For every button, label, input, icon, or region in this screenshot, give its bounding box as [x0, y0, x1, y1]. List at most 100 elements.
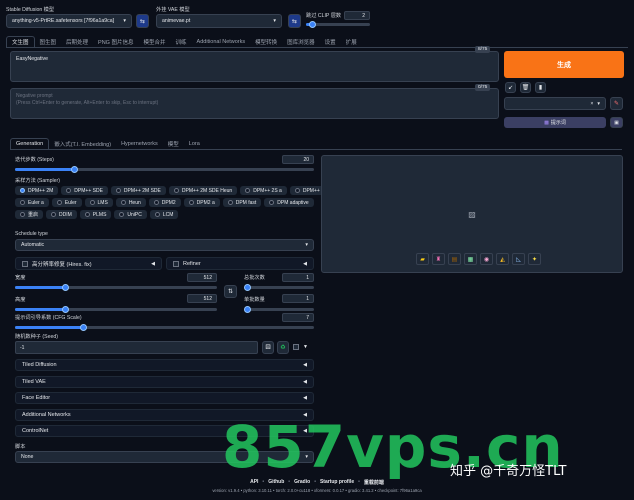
vae-select[interactable]: animevae.pt ▾ [156, 14, 282, 28]
send-to-extras-icon[interactable]: ◭ [496, 253, 509, 265]
random-seed-button[interactable]: ⚄ [262, 341, 274, 354]
radio-dot [20, 212, 25, 217]
clear-prompt-button[interactable]: 🗑 [520, 82, 531, 93]
sampler-option-label: LCM [162, 211, 174, 218]
negative-prompt-textarea[interactable]: Negative prompt (Press Ctrl+Enter to gen… [10, 88, 499, 119]
hires-fix-label: 高分辨率修复 (Hires. fix) [32, 261, 92, 268]
hires-fix-checkbox[interactable] [22, 260, 28, 267]
slider-knob[interactable] [244, 283, 251, 291]
hires-fix-accordion[interactable]: 高分辨率修复 (Hires. fix) ◀ [15, 257, 162, 270]
sampler-option[interactable]: LCM [149, 210, 179, 219]
save-style-button[interactable]: ▣ [610, 117, 623, 128]
reuse-seed-button[interactable]: ♻ [277, 341, 289, 354]
sampler-option[interactable]: DPM fast [222, 198, 262, 207]
vae-select-value: animevae.pt [162, 18, 191, 24]
slider-knob[interactable] [71, 165, 79, 173]
sampler-option[interactable]: DDIM [46, 210, 77, 219]
image-placeholder-icon: ▨ [468, 209, 476, 219]
refiner-accordion[interactable]: Refiner ◀ [166, 257, 314, 270]
cfg-scale-slider[interactable] [15, 323, 314, 331]
clip-skip-input[interactable]: 2 [344, 11, 370, 20]
radio-dot [84, 212, 90, 217]
batch-size-slider[interactable] [244, 305, 314, 313]
generate-button[interactable]: 生成 [504, 51, 624, 78]
refiner-label: Refiner [183, 260, 201, 267]
slider-knob[interactable] [244, 305, 251, 313]
accordion-1[interactable]: Tiled VAE ◀ [15, 375, 314, 388]
sampler-radio-group: DPM++ 2M DPM++ SDE DPM++ 2M SDE DPM++ 2M SD… [15, 186, 345, 222]
sampler-option[interactable]: Euler [51, 198, 82, 207]
sampler-option[interactable]: DPM++ 2M SDE [110, 186, 166, 195]
prompt-token-counter: 8/75 [475, 46, 491, 53]
sampler-option[interactable]: LMS [84, 198, 113, 207]
sampler-option[interactable]: DPM++ 2M SDE Heun [168, 186, 238, 195]
sampler-option[interactable]: 重启 [15, 210, 44, 219]
width-label: 宽度 [15, 275, 26, 281]
cfg-scale-input[interactable]: 7 [282, 313, 314, 322]
slider-knob[interactable] [62, 305, 69, 313]
radio-dot [269, 200, 275, 205]
sampler-option-label: DDIM [59, 211, 72, 218]
height-input[interactable]: 512 [187, 294, 217, 303]
steps-label: 迭代步数 (Steps) [15, 157, 54, 163]
save-icon[interactable]: ♜ [432, 253, 445, 265]
sampler-option-label: DPM2 a [196, 199, 215, 206]
read-params-button[interactable]: ↙ [505, 82, 516, 93]
ruler-icon[interactable]: ◺ [512, 253, 525, 265]
extra-seed-checkbox[interactable] [293, 344, 299, 350]
edit-styles-button[interactable]: ✎ [610, 97, 623, 110]
batch-size-label: 单批数量 [244, 297, 265, 303]
folder-icon[interactable]: ▰ [416, 253, 429, 265]
width-slider[interactable] [15, 283, 217, 291]
batch-count-input[interactable]: 1 [282, 273, 314, 282]
steps-input[interactable]: 20 [282, 155, 314, 164]
sampler-option-label: DPM adaptive [277, 199, 309, 206]
accordion-0[interactable]: Tiled Diffusion ◀ [15, 359, 314, 371]
sampler-option[interactable]: DPM++ SDE [61, 186, 108, 195]
slider-fill [15, 286, 66, 289]
slider-knob[interactable] [62, 283, 69, 291]
sampler-option[interactable]: PLMS [79, 210, 112, 219]
clip-skip-slider[interactable] [306, 20, 370, 28]
sampler-option[interactable]: DPM2 [148, 198, 181, 207]
send-to-img2img-icon[interactable]: ▦ [464, 253, 477, 265]
refiner-checkbox[interactable] [173, 260, 179, 267]
caret-left-icon: ◀ [303, 362, 307, 368]
schedule-type-select[interactable]: Automatic ▾ [15, 239, 314, 251]
sparkle-icon[interactable]: ✦ [528, 253, 541, 265]
refresh-model-button[interactable]: ⇆ [136, 14, 149, 28]
sampler-option[interactable]: DPM++ 2M [15, 186, 59, 195]
refresh-icon: ⇆ [291, 18, 298, 25]
swap-dimensions-button[interactable]: ⇅ [224, 285, 237, 298]
styles-select[interactable]: × ▾ [504, 97, 606, 110]
zip-icon[interactable]: ▤ [448, 253, 461, 265]
sampler-option[interactable]: DPM adaptive [264, 198, 314, 207]
styles-button[interactable]: ▩ 提示词 [504, 117, 606, 128]
seed-input[interactable]: -1 [15, 341, 258, 354]
sampler-option[interactable]: Euler a [15, 198, 49, 207]
sampler-option[interactable]: Heun [115, 198, 146, 207]
accordion-2[interactable]: Face Editor ◀ [15, 392, 314, 404]
prompt-textarea[interactable]: EasyNegative [10, 51, 499, 82]
refresh-icon: ⇆ [139, 18, 146, 25]
sampler-option[interactable]: DPM++ 2S a [240, 186, 287, 195]
sampler-option-label: DPM fast [235, 199, 257, 206]
steps-slider[interactable] [15, 165, 314, 173]
sampler-option-label: PLMS [92, 211, 107, 218]
refresh-vae-button[interactable]: ⇆ [288, 14, 301, 28]
height-slider[interactable] [15, 305, 217, 313]
accordion-label: Tiled VAE [22, 378, 46, 385]
width-input[interactable]: 512 [187, 273, 217, 282]
batch-count-slider[interactable] [244, 283, 314, 291]
sampler-option[interactable]: DPM2 a [183, 198, 220, 207]
sampler-option-label: Heun [128, 199, 141, 206]
radio-dot [173, 188, 179, 193]
delete-button[interactable]: ▮ [535, 82, 546, 93]
sampler-option-label: DPM++ 2M SDE Heun [181, 187, 233, 194]
sampler-option[interactable]: UniPC [114, 210, 147, 219]
batch-size-input[interactable]: 1 [282, 294, 314, 303]
slider-fill [15, 326, 84, 329]
slider-knob[interactable] [80, 323, 88, 331]
model-select[interactable]: anything-v5-PrtRE.safetensors [7f96a1a9c… [6, 14, 132, 28]
send-to-inpaint-icon[interactable]: ◉ [480, 253, 493, 265]
